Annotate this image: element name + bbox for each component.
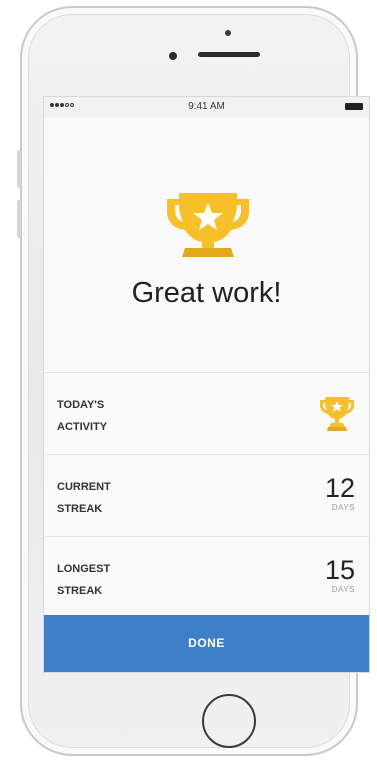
stat-label: LONGEST STREAK xyxy=(57,563,111,597)
stat-row-longest-streak: LONGEST STREAK 15 DAYS xyxy=(44,537,369,619)
status-bar: 9:41 AM xyxy=(44,97,369,117)
stat-number: 15 xyxy=(324,555,355,585)
stat-row-current-streak: CURRENT STREAK 12 DAYS xyxy=(44,455,369,537)
battery-icon xyxy=(345,103,363,110)
headline: Great work! xyxy=(131,277,282,309)
stat-label: CURRENT STREAK xyxy=(57,481,111,515)
earpiece-speaker xyxy=(198,52,260,57)
status-time: 9:41 AM xyxy=(188,101,225,112)
front-camera xyxy=(169,52,177,60)
stat-label: TODAY'S ACTIVITY xyxy=(57,399,108,433)
stat-value: 15 DAYS xyxy=(325,555,355,594)
trophy-star-icon xyxy=(167,193,249,257)
volume-button-down xyxy=(17,200,21,238)
stat-number: 12 xyxy=(324,473,355,503)
stat-value: 12 DAYS xyxy=(325,473,355,512)
volume-button-up xyxy=(17,150,21,188)
home-button[interactable] xyxy=(202,694,256,748)
completion-hero: Great work! xyxy=(44,117,369,373)
trophy-icon xyxy=(320,397,354,431)
stat-row-today: TODAY'S ACTIVITY xyxy=(44,373,369,455)
app-screen: 9:41 AM Great work! TODAY'S ACTIVITY CUR… xyxy=(43,96,370,673)
done-button[interactable]: DONE xyxy=(44,615,369,672)
sensor-dot xyxy=(225,30,231,36)
stat-unit: DAYS xyxy=(331,503,355,512)
stat-unit: DAYS xyxy=(331,585,355,594)
